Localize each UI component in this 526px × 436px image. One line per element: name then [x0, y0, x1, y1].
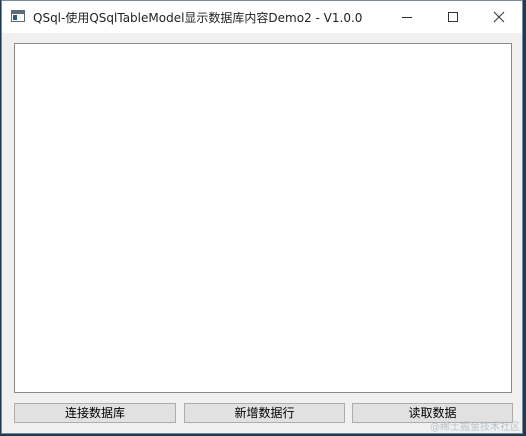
- connect-database-button[interactable]: 连接数据库: [14, 403, 176, 423]
- table-view[interactable]: [14, 43, 512, 393]
- app-icon-bar: [12, 11, 24, 14]
- minimize-button[interactable]: [384, 1, 430, 33]
- add-row-button[interactable]: 新增数据行: [184, 403, 345, 423]
- window-title: QSql-使用QSqlTableModel显示数据库内容Demo2 - V1.0…: [33, 11, 363, 25]
- watermark-text: @稀土掘金技术社区: [430, 422, 520, 433]
- maximize-button[interactable]: [430, 1, 476, 33]
- close-icon: [493, 11, 505, 23]
- maximize-icon: [448, 12, 458, 22]
- app-icon-pane: [13, 15, 17, 20]
- title-bar[interactable]: QSql-使用QSqlTableModel显示数据库内容Demo2 - V1.0…: [2, 1, 522, 33]
- close-button[interactable]: [476, 1, 522, 33]
- main-window: QSql-使用QSqlTableModel显示数据库内容Demo2 - V1.0…: [1, 0, 523, 434]
- window-app-icon[interactable]: [11, 10, 25, 22]
- minimize-icon: [402, 17, 412, 18]
